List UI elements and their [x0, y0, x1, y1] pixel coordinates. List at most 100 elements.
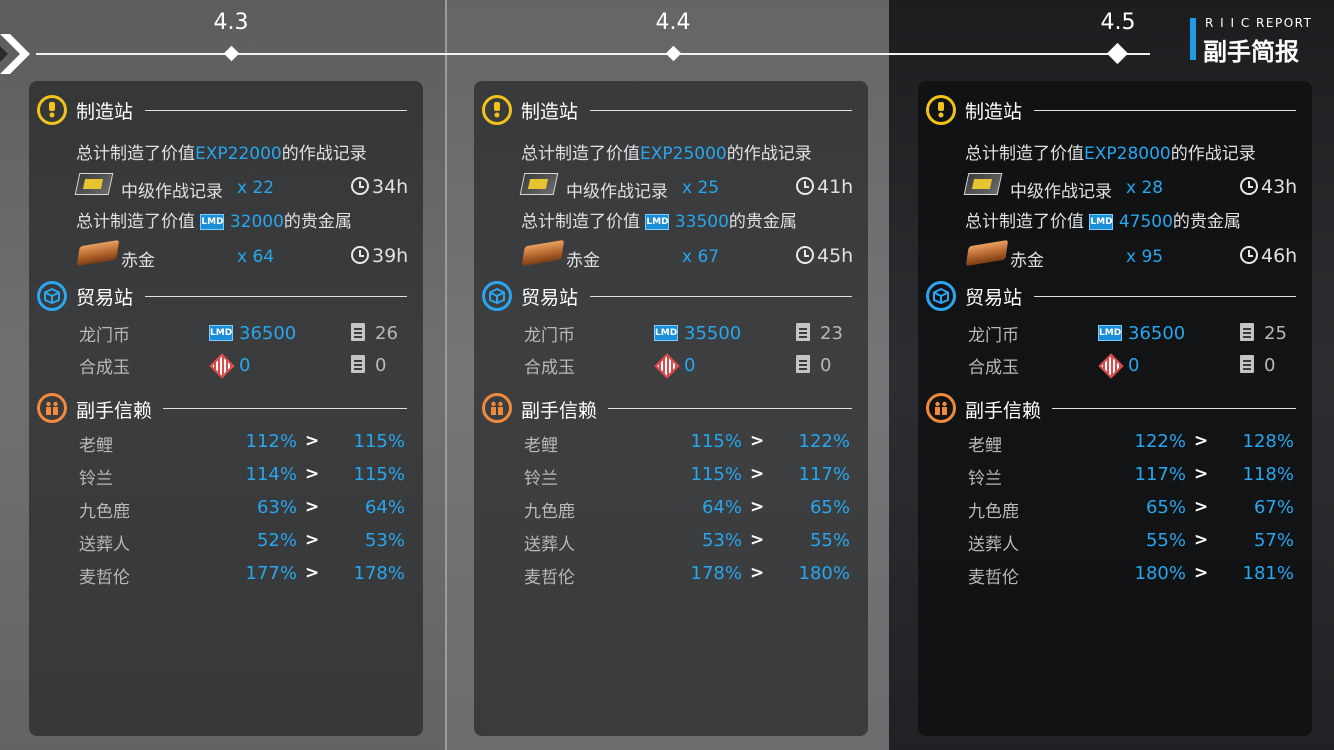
exp-summary-suffix: 的作战记录 — [726, 144, 812, 164]
gold-summary: 总计制造了价值 LMD 47500的贵金属 — [965, 207, 1241, 232]
trust-from-value: 52% — [256, 530, 297, 551]
order-doc-icon — [351, 355, 365, 373]
gold-time: 46h — [1261, 245, 1298, 267]
exp-summary-prefix: 总计制造了价值 — [965, 144, 1084, 164]
section-divider — [590, 296, 852, 297]
orundum-icon — [1098, 353, 1124, 379]
lmd-orders: 25 — [1264, 323, 1287, 344]
trust-operator-name: 送葬人 — [524, 535, 575, 555]
trust-arrow-icon: > — [305, 563, 320, 583]
pure-gold-icon — [521, 239, 565, 267]
orundum-label: 合成玉 — [524, 358, 575, 378]
lmd-label: 龙门币 — [968, 326, 1019, 346]
clock-icon — [351, 246, 369, 264]
trust-title: 副手信赖 — [76, 400, 153, 422]
factory-title: 制造站 — [76, 101, 134, 123]
header-subtitle: R I I C REPORT — [1205, 16, 1313, 30]
trust-arrow-icon: > — [1194, 563, 1209, 583]
trade-icon — [482, 281, 512, 311]
header-title: 副手简报 — [1203, 38, 1299, 66]
trust-to-value: 180% — [798, 563, 850, 584]
trust-operator-name: 送葬人 — [968, 535, 1019, 555]
trust-operator-name: 九色鹿 — [79, 502, 130, 522]
trust-from-value: 64% — [701, 497, 742, 518]
trust-to-value: 178% — [353, 563, 405, 584]
lmd-label: 龙门币 — [524, 326, 575, 346]
trust-operator-name: 麦哲伦 — [524, 568, 575, 588]
trust-title: 副手信赖 — [965, 400, 1042, 422]
clock-icon — [351, 177, 369, 195]
section-divider — [145, 110, 407, 111]
orundum-icon — [654, 353, 680, 379]
trust-arrow-icon: > — [305, 431, 320, 451]
trust-from-value: 63% — [256, 497, 297, 518]
lmd-icon: LMD — [1098, 325, 1122, 341]
order-doc-icon — [1240, 355, 1254, 373]
trust-from-value: 115% — [690, 464, 742, 485]
pure-gold-icon — [965, 239, 1009, 267]
trust-arrow-icon: > — [1194, 530, 1209, 550]
back-button[interactable] — [0, 24, 40, 84]
orundum-icon — [209, 353, 235, 379]
orundum-value: 0 — [1128, 355, 1140, 376]
header-accent-bar — [1190, 18, 1196, 60]
trust-operator-name: 麦哲伦 — [968, 568, 1019, 588]
timeline — [36, 53, 1150, 55]
trust-arrow-icon: > — [305, 464, 320, 484]
trust-arrow-icon: > — [750, 530, 765, 550]
date-label-3: 4.5 — [1100, 10, 1136, 35]
trust-operator-name: 麦哲伦 — [79, 568, 130, 588]
gold-summary: 总计制造了价值 LMD 32000的贵金属 — [76, 207, 352, 232]
gold-summary-prefix: 总计制造了价值 — [965, 212, 1084, 232]
trade-icon — [926, 281, 956, 311]
exp-summary-suffix: 的作战记录 — [1170, 144, 1256, 164]
trade-title: 贸易站 — [965, 287, 1023, 309]
trust-arrow-icon: > — [1194, 431, 1209, 451]
trade-icon — [37, 281, 67, 311]
back-chevron-icon — [0, 34, 30, 74]
battle-record-icon — [963, 173, 1003, 195]
gold-count: x 64 — [237, 247, 275, 267]
trust-operator-name: 铃兰 — [968, 469, 1002, 489]
trust-title: 副手信赖 — [521, 400, 598, 422]
record-time: 41h — [817, 176, 854, 198]
gold-summary-suffix: 的贵金属 — [1172, 212, 1241, 232]
order-doc-icon — [1240, 323, 1254, 341]
trade-title: 贸易站 — [521, 287, 579, 309]
gold-summary-suffix: 的贵金属 — [728, 212, 797, 232]
trust-from-value: 65% — [1145, 497, 1186, 518]
orundum-value: 0 — [684, 355, 696, 376]
section-divider — [590, 110, 852, 111]
lmd-orders: 26 — [375, 323, 398, 344]
exp-summary: 总计制造了价值EXP28000的作战记录 — [965, 139, 1256, 164]
trust-to-value: 115% — [353, 464, 405, 485]
trust-operator-name: 送葬人 — [79, 535, 130, 555]
trust-to-value: 64% — [364, 497, 405, 518]
report-panel-3: 制造站 总计制造了价值EXP28000的作战记录 中级作战记录 x 28 43h… — [918, 81, 1312, 736]
section-divider — [163, 408, 407, 409]
gold-time: 39h — [372, 245, 409, 267]
record-count: x 28 — [1126, 178, 1164, 198]
record-name: 中级作战记录 — [1010, 182, 1112, 202]
lmd-value: 36500 — [239, 323, 297, 344]
gold-total-value: 32000 — [229, 212, 284, 232]
trust-from-value: 122% — [1134, 431, 1186, 452]
section-divider — [1034, 296, 1296, 297]
orundum-label: 合成玉 — [79, 358, 130, 378]
clock-icon — [1240, 246, 1258, 264]
gold-name: 赤金 — [566, 251, 600, 271]
trust-from-value: 53% — [701, 530, 742, 551]
orundum-orders: 0 — [375, 355, 387, 376]
gold-name: 赤金 — [1010, 251, 1044, 271]
orundum-orders: 0 — [1264, 355, 1276, 376]
battle-record-icon — [519, 173, 559, 195]
lmd-icon: LMD — [209, 325, 233, 341]
clock-icon — [1240, 177, 1258, 195]
trade-title: 贸易站 — [76, 287, 134, 309]
trust-operator-name: 老鲤 — [524, 436, 558, 456]
exp-total-value: EXP28000 — [1084, 144, 1171, 164]
record-name: 中级作战记录 — [121, 182, 223, 202]
trust-arrow-icon: > — [750, 464, 765, 484]
orundum-orders: 0 — [820, 355, 832, 376]
trust-operator-name: 老鲤 — [79, 436, 113, 456]
